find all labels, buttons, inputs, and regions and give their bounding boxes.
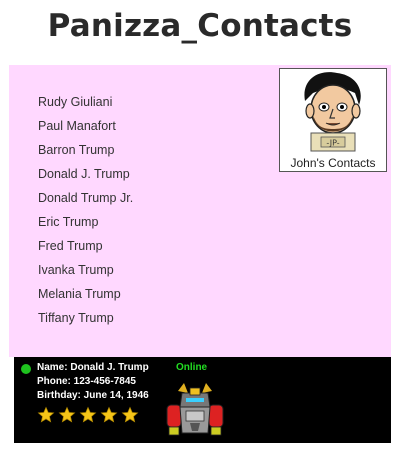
star-icon — [121, 406, 139, 423]
robot-avatar-icon — [166, 383, 224, 436]
contact-phone: Phone: 123-456-7845 — [37, 376, 136, 387]
contact-list-item[interactable]: Melania Trump — [38, 282, 133, 306]
logo-caption: John's Contacts — [290, 156, 376, 170]
contact-name: Name: Donald J. Trump — [37, 362, 149, 373]
logo: -JP- John's Contacts — [279, 68, 387, 172]
contact-list-item[interactable]: Fred Trump — [38, 234, 133, 258]
contacts-panel: Rudy Giuliani Paul Manafort Barron Trump Do… — [9, 65, 391, 357]
contact-list: Rudy Giuliani Paul Manafort Barron Trump Do… — [38, 90, 133, 330]
page-title: Panizza_Contacts — [47, 8, 353, 44]
status-label: Online — [176, 362, 208, 373]
rating-stars — [37, 406, 142, 429]
contact-list-item[interactable]: Barron Trump — [38, 138, 133, 162]
star-icon — [58, 406, 76, 423]
star-icon — [100, 406, 118, 423]
contact-birthday: Birthday: June 14, 1946 — [37, 390, 149, 401]
contact-list-item[interactable]: Donald Trump Jr. — [38, 186, 133, 210]
cartoon-face-logo-icon: -JP- — [304, 72, 361, 152]
star-icon — [79, 406, 97, 423]
contact-list-item[interactable]: Paul Manafort — [38, 114, 133, 138]
online-status-dot-icon — [21, 364, 31, 374]
contact-list-item[interactable]: Tiffany Trump — [38, 306, 133, 330]
contact-detail-panel: Name: Donald J. Trump Online Phone: 123-… — [14, 357, 391, 443]
svg-text:-JP-: -JP- — [326, 139, 339, 148]
star-icon — [37, 406, 55, 423]
contact-list-item[interactable]: Eric Trump — [38, 210, 133, 234]
contact-list-item[interactable]: Rudy Giuliani — [38, 90, 133, 114]
contact-list-item[interactable]: Ivanka Trump — [38, 258, 133, 282]
contact-list-item[interactable]: Donald J. Trump — [38, 162, 133, 186]
